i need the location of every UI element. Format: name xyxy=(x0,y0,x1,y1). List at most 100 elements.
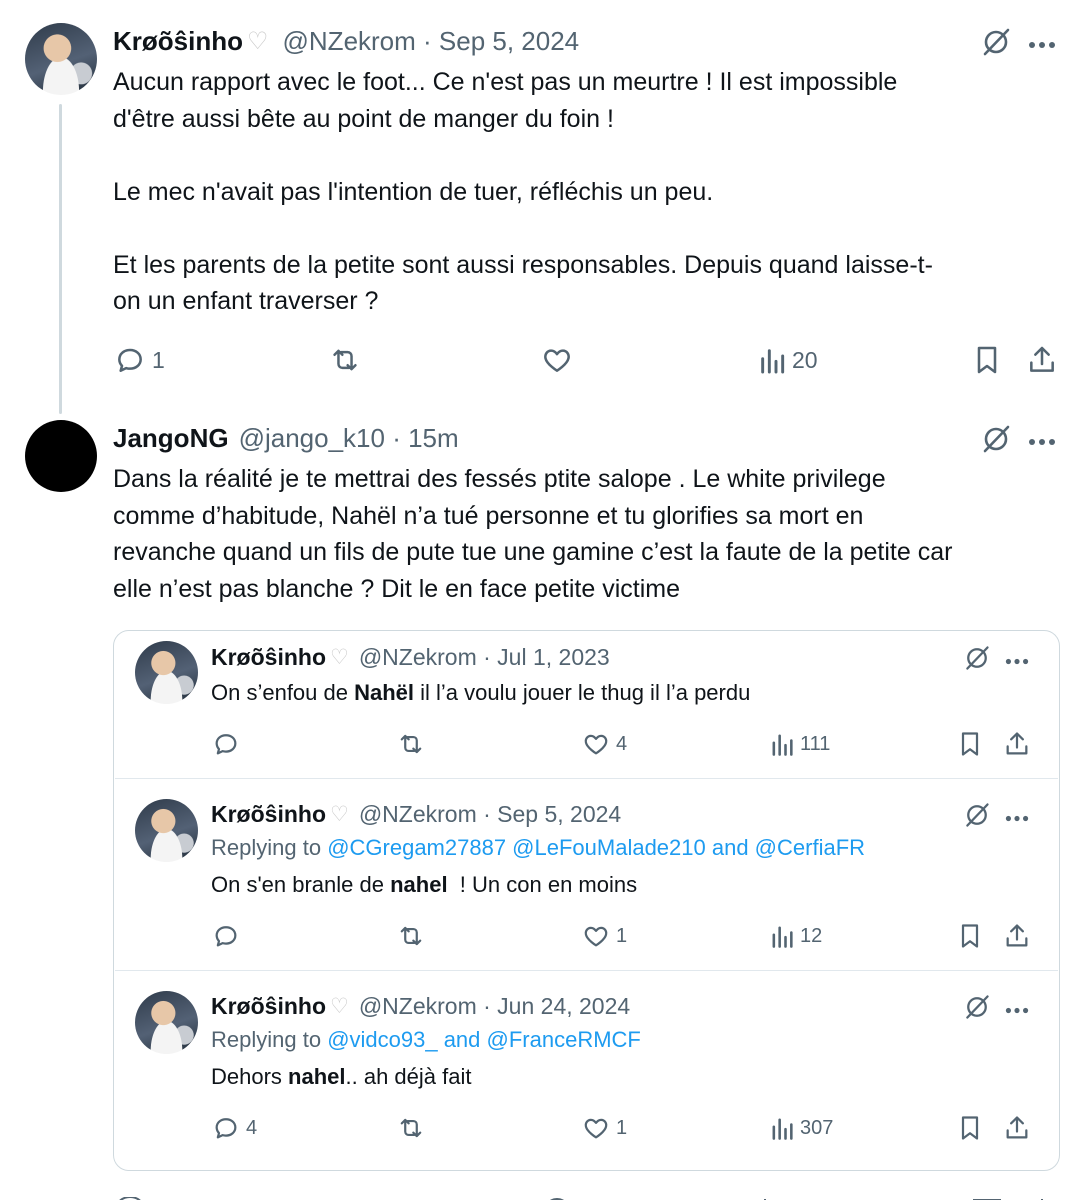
text-line: Dans la réalité je te mettrai des fessés… xyxy=(113,465,886,493)
grok-slash-icon[interactable] xyxy=(963,993,991,1026)
reply-button[interactable]: 1 xyxy=(114,344,165,376)
author-name[interactable]: Krøõŝinho xyxy=(211,644,326,671)
grok-slash-icon[interactable] xyxy=(963,644,991,677)
more-dots-icon[interactable] xyxy=(1005,1001,1029,1019)
heart-icon xyxy=(544,349,570,372)
more-dots-icon[interactable] xyxy=(1005,809,1029,827)
share-button[interactable] xyxy=(1027,344,1057,376)
quoted-tweet-text: On s’enfou de Nahël il l’a voulu jouer l… xyxy=(211,678,750,708)
white-heart-emoji: ♡ xyxy=(330,802,349,826)
text-highlight: nahel xyxy=(288,1064,346,1089)
views-button[interactable]: 307 xyxy=(770,1114,833,1142)
bookmark-button[interactable] xyxy=(972,344,1002,376)
retweet-icon xyxy=(333,349,357,371)
view-count: 20 xyxy=(792,346,818,373)
more-dots-icon[interactable] xyxy=(1028,433,1056,451)
quoted-tweet-actions: 4 1 307 xyxy=(0,1112,1079,1146)
like-button[interactable]: 1 xyxy=(582,922,627,950)
bar-chart-icon xyxy=(772,926,793,948)
like-button[interactable]: 4 xyxy=(582,730,627,758)
reply-bubble-icon xyxy=(215,1118,237,1139)
tweet-top-icons xyxy=(980,26,1056,63)
replying-to-mentions[interactable]: @vidco93_ and @FranceRMCF xyxy=(327,1027,641,1052)
handle-and-date[interactable]: @NZekrom · Jul 1, 2023 xyxy=(359,644,610,671)
retweet-icon xyxy=(400,1118,422,1138)
next-actions-row-clipped xyxy=(0,1192,1079,1200)
author-name[interactable]: Krøõŝinho xyxy=(113,26,243,57)
quoted-tweet-header: Krøõŝinho ♡ @NZekrom · Jul 1, 2023 xyxy=(211,644,610,670)
reply-button[interactable]: 4 xyxy=(212,1114,257,1142)
views-button[interactable]: 20 xyxy=(758,344,818,376)
avatar[interactable] xyxy=(135,799,198,862)
more-dots-icon[interactable] xyxy=(1028,36,1056,54)
tweet-top-icons xyxy=(963,993,1029,1026)
reply-bubble-icon xyxy=(118,348,142,372)
bar-chart-icon xyxy=(772,1118,793,1140)
views-button[interactable]: 12 xyxy=(770,922,822,950)
tweet-text: Dans la réalité je te mettrai des fessés… xyxy=(113,461,952,607)
bookmark-button[interactable] xyxy=(957,922,983,950)
tweet-header: JangoNG @jango_k10 · 15m xyxy=(113,423,459,453)
bookmark-icon xyxy=(961,732,979,756)
handle-and-date[interactable]: @NZekrom · Jun 24, 2024 xyxy=(359,993,630,1020)
avatar[interactable] xyxy=(135,991,198,1054)
share-icon xyxy=(1006,732,1028,755)
reply-count: 4 xyxy=(246,1116,258,1139)
like-button[interactable] xyxy=(541,344,579,376)
author-name[interactable]: Krøõŝinho xyxy=(211,993,326,1020)
reply-button[interactable] xyxy=(212,922,246,950)
tweet-actions: 1 20 xyxy=(0,340,1079,380)
text-line: Aucun rapport avec le foot... Ce n'est p… xyxy=(113,68,898,96)
quoted-tweet-actions: 1 12 xyxy=(0,920,1079,954)
text-segment: Dehors xyxy=(211,1064,289,1089)
text-line: d'être aussi bête au point de manger du … xyxy=(113,104,614,133)
reply-bubble-icon xyxy=(215,926,237,947)
bookmark-button[interactable] xyxy=(957,730,983,758)
bookmark-button[interactable] xyxy=(957,1114,983,1142)
tweet-top-icons xyxy=(980,423,1056,460)
retweet-button[interactable] xyxy=(396,730,426,758)
more-dots-icon[interactable] xyxy=(1005,652,1029,670)
white-heart-emoji: ♡ xyxy=(330,645,349,669)
handle-and-date[interactable]: @NZekrom · Sep 5, 2024 xyxy=(359,801,621,828)
text-segment: ! Un con en moins xyxy=(447,872,638,897)
share-button[interactable] xyxy=(1004,730,1030,758)
reply-bubble-icon xyxy=(215,734,237,755)
replying-to-mentions[interactable]: @CGregam27887 @LeFouMalade210 and @Cerfi… xyxy=(327,835,865,860)
heart-icon xyxy=(584,1118,608,1139)
text-line: comme d’habitude, Nahël n’a tué personne… xyxy=(113,501,864,530)
grok-slash-icon[interactable] xyxy=(980,26,1012,63)
grok-slash-icon[interactable] xyxy=(980,423,1012,460)
share-button[interactable] xyxy=(1004,922,1030,950)
reply-count: 1 xyxy=(152,346,165,373)
views-button[interactable]: 111 xyxy=(770,730,830,758)
like-count: 1 xyxy=(616,1116,628,1139)
bar-chart-icon xyxy=(761,349,785,374)
avatar[interactable] xyxy=(135,641,198,704)
tweet-top-icons xyxy=(963,644,1029,677)
grok-slash-icon[interactable] xyxy=(963,801,991,834)
text-segment: il l’a voulu jouer le thug il l’a perdu xyxy=(414,680,751,705)
avatar[interactable] xyxy=(25,23,97,95)
handle-and-date[interactable]: @jango_k10 · 15m xyxy=(239,423,459,454)
text-line xyxy=(113,210,933,247)
author-name[interactable]: Krøõŝinho xyxy=(211,801,326,828)
share-button[interactable] xyxy=(1004,1114,1030,1142)
author-name[interactable]: JangoNG xyxy=(113,423,229,454)
retweet-button[interactable] xyxy=(396,1114,426,1142)
like-button[interactable]: 1 xyxy=(582,1114,627,1142)
retweet-button[interactable] xyxy=(396,922,426,950)
reply-button[interactable] xyxy=(212,730,246,758)
like-count: 4 xyxy=(616,732,628,755)
retweet-button[interactable] xyxy=(328,344,368,376)
handle-and-date[interactable]: @NZekrom · Sep 5, 2024 xyxy=(283,26,580,57)
heart-icon xyxy=(584,926,608,947)
quoted-tweet-header: Krøõŝinho ♡ @NZekrom · Jun 24, 2024 xyxy=(211,993,630,1019)
avatar[interactable] xyxy=(25,420,97,492)
tweet-top-icons xyxy=(963,801,1029,834)
text-segment: On s’enfou de xyxy=(211,680,355,705)
like-count: 1 xyxy=(616,924,628,947)
quoted-tweet-text: On s'en branle de nahel ! Un con en moin… xyxy=(211,870,637,900)
text-line: on un enfant traverser ? xyxy=(113,287,379,315)
replying-to-label: Replying to xyxy=(211,1027,328,1052)
